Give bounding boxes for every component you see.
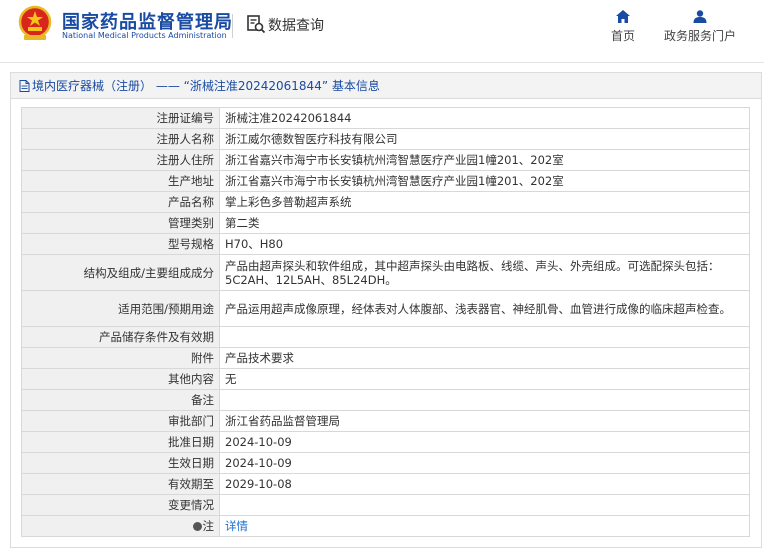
row-label: 注册人住所: [21, 149, 220, 171]
row-label: 注册证编号: [21, 107, 220, 129]
table-row: 生效日期 2024-10-09: [21, 452, 750, 474]
nav-home-link[interactable]: 首页: [603, 10, 643, 44]
row-value: 产品由超声探头和软件组成，其中超声探头由电路板、线缆、声头、外壳组成。可选配探头…: [219, 254, 750, 291]
row-label: 适用范围/预期用途: [21, 290, 220, 327]
section-title: 数据查询: [268, 18, 324, 34]
table-row: 结构及组成/主要组成成分 产品由超声探头和软件组成，其中超声探头由电路板、线缆、…: [21, 254, 750, 291]
home-icon: [616, 10, 630, 23]
row-label: 审批部门: [21, 410, 220, 432]
table-row: 有效期至 2029-10-08: [21, 473, 750, 495]
table-row: 其他内容 无: [21, 368, 750, 390]
row-label: 型号规格: [21, 233, 220, 255]
table-row: 注册人名称 浙江威尔德数智医疗科技有限公司: [21, 128, 750, 150]
panel-title: 境内医疗器械（注册） —— “浙械注准20242061844” 基本信息: [11, 73, 761, 99]
row-label: 变更情况: [21, 494, 220, 516]
table-row: 注册证编号 浙械注准20242061844: [21, 107, 750, 129]
national-emblem-icon: [18, 5, 52, 40]
document-icon: [19, 80, 30, 92]
row-label: 生产地址: [21, 170, 220, 192]
row-value: 详情: [219, 515, 750, 537]
row-value: [219, 326, 750, 348]
row-label-note: 注: [21, 515, 220, 537]
table-row: 适用范围/预期用途 产品运用超声成像原理，经体表对人体腹部、浅表器官、神经肌骨、…: [21, 290, 750, 327]
site-header: 国家药品监督管理局 National Medical Products Admi…: [0, 0, 764, 64]
table-row: 备注: [21, 389, 750, 411]
user-icon: [693, 10, 707, 23]
details-link[interactable]: 详情: [225, 519, 248, 533]
row-label: 产品储存条件及有效期: [21, 326, 220, 348]
row-value: 浙江省嘉兴市海宁市长安镇杭州湾智慧医疗产业园1幢201、202室: [219, 170, 750, 192]
table-row: 管理类别 第二类: [21, 212, 750, 234]
row-value: 浙江威尔德数智医疗科技有限公司: [219, 128, 750, 150]
row-value: [219, 389, 750, 411]
row-label: 生效日期: [21, 452, 220, 474]
row-value: 掌上彩色多普勒超声系统: [219, 191, 750, 213]
registration-info-table: 注册证编号 浙械注准20242061844 注册人名称 浙江威尔德数智医疗科技有…: [21, 107, 750, 537]
row-label: 产品名称: [21, 191, 220, 213]
table-row: 附件 产品技术要求: [21, 347, 750, 369]
row-value: 浙江省嘉兴市海宁市长安镇杭州湾智慧医疗产业园1幢201、202室: [219, 149, 750, 171]
row-value: 产品运用超声成像原理，经体表对人体腹部、浅表器官、神经肌骨、血管进行成像的临床超…: [219, 290, 750, 327]
table-row: 型号规格 H70、H80: [21, 233, 750, 255]
table-row: 批准日期 2024-10-09: [21, 431, 750, 453]
row-label: 备注: [21, 389, 220, 411]
nav-portal-link[interactable]: 政务服务门户: [660, 10, 740, 44]
row-value: 浙江省药品监督管理局: [219, 410, 750, 432]
row-value: 无: [219, 368, 750, 390]
detail-panel: 境内医疗器械（注册） —— “浙械注准20242061844” 基本信息 注册证…: [10, 72, 762, 548]
site-logo-subtitle: National Medical Products Administration: [62, 31, 227, 40]
row-value: H70、H80: [219, 233, 750, 255]
header-bottom-border: [0, 62, 764, 63]
table-row: 审批部门 浙江省药品监督管理局: [21, 410, 750, 432]
row-label: 注册人名称: [21, 128, 220, 150]
row-label: 结构及组成/主要组成成分: [21, 254, 220, 291]
row-label: 管理类别: [21, 212, 220, 234]
row-value: 2024-10-09: [219, 431, 750, 453]
table-row: 注 详情: [21, 515, 750, 537]
note-icon: [192, 522, 202, 531]
table-row: 注册人住所 浙江省嘉兴市海宁市长安镇杭州湾智慧医疗产业园1幢201、202室: [21, 149, 750, 171]
table-row: 产品储存条件及有效期: [21, 326, 750, 348]
table-row: 变更情况: [21, 494, 750, 516]
row-value: 第二类: [219, 212, 750, 234]
panel-title-text: 境内医疗器械（注册） —— “浙械注准20242061844” 基本信息: [32, 79, 380, 93]
nav-home-label: 首页: [610, 29, 635, 43]
row-label: 附件: [21, 347, 220, 369]
row-value: 2029-10-08: [219, 473, 750, 495]
header-divider: [232, 14, 233, 38]
note-label: 注: [202, 519, 215, 533]
row-value: [219, 494, 750, 516]
data-query-icon: [247, 15, 266, 34]
row-label: 其他内容: [21, 368, 220, 390]
row-label: 有效期至: [21, 473, 220, 495]
row-label: 批准日期: [21, 431, 220, 453]
table-row: 产品名称 掌上彩色多普勒超声系统: [21, 191, 750, 213]
row-value: 浙械注准20242061844: [219, 107, 750, 129]
table-row: 生产地址 浙江省嘉兴市海宁市长安镇杭州湾智慧医疗产业园1幢201、202室: [21, 170, 750, 192]
nav-portal-label: 政务服务门户: [663, 29, 736, 43]
row-value: 2024-10-09: [219, 452, 750, 474]
row-value: 产品技术要求: [219, 347, 750, 369]
